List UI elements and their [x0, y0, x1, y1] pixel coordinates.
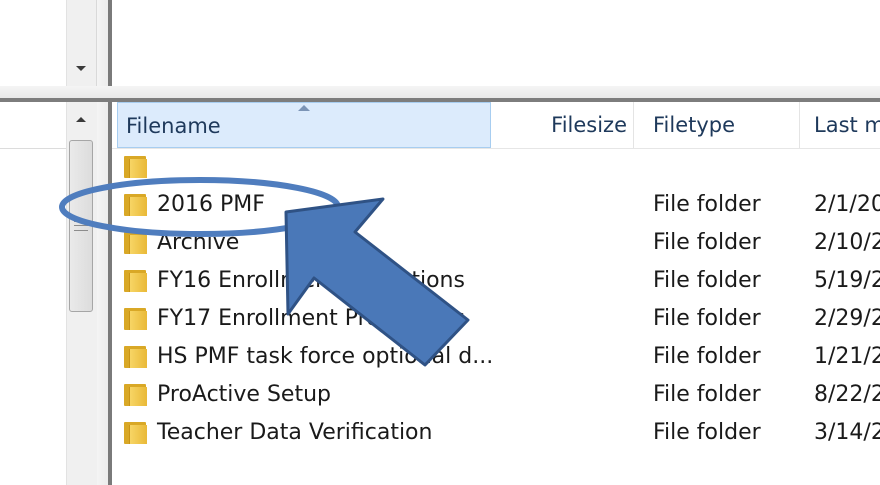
file-row[interactable]: Archive File folder 2/10/2 [112, 224, 880, 262]
file-date: 2/29/2 [814, 306, 880, 331]
column-header-label: Filetype [653, 113, 736, 137]
file-type: File folder [653, 192, 761, 217]
column-header-row: Filename Filesize Filetype Last m [112, 102, 880, 149]
file-row[interactable]: FY16 Enrollment Projections File folder … [112, 262, 880, 300]
folder-tree-pane [0, 102, 66, 485]
folder-icon [124, 194, 148, 216]
file-type: File folder [653, 382, 761, 407]
file-row[interactable]: HS PMF task force optional d... File fol… [112, 338, 880, 376]
column-header-label: Filename [126, 114, 221, 138]
file-name: Teacher Data Verification [157, 420, 433, 445]
file-name: FY17 Enrollment Projections [157, 306, 465, 331]
folder-icon [124, 156, 148, 178]
file-rows: 2016 PMF File folder 2/1/20 Archive File… [112, 148, 880, 452]
column-header-filesize[interactable]: Filesize [491, 102, 634, 148]
file-row[interactable]: FY17 Enrollment Projections File folder … [112, 300, 880, 338]
folder-icon [124, 308, 148, 330]
file-row-parent[interactable] [112, 148, 880, 186]
file-date: 1/21/2 [814, 344, 880, 369]
file-date: 5/19/2 [814, 268, 880, 293]
file-type: File folder [653, 268, 761, 293]
file-name: FY16 Enrollment Projections [157, 268, 465, 293]
column-header-filename[interactable]: Filename [117, 102, 491, 148]
folder-icon [124, 422, 148, 444]
file-type: File folder [653, 420, 761, 445]
file-row[interactable]: 2016 PMF File folder 2/1/20 [112, 186, 880, 224]
scroll-up-arrow-icon[interactable] [76, 117, 86, 122]
top-right-pane [112, 0, 880, 87]
grip-icon [74, 221, 88, 231]
tree-scrollbar[interactable] [66, 102, 97, 485]
sort-ascending-icon [298, 105, 310, 111]
scrollbar-thumb[interactable] [69, 140, 93, 312]
pane-splitter-horizontal[interactable] [0, 86, 880, 98]
folder-icon [124, 232, 148, 254]
column-header-label: Last m [814, 113, 880, 137]
file-date: 2/1/20 [814, 192, 880, 217]
column-header-label: Filesize [551, 113, 627, 137]
file-row[interactable]: ProActive Setup File folder 8/22/2 [112, 376, 880, 414]
tree-item[interactable] [0, 118, 66, 149]
file-date: 8/22/2 [814, 382, 880, 407]
file-type: File folder [653, 230, 761, 255]
file-row[interactable]: Teacher Data Verification File folder 3/… [112, 414, 880, 452]
column-header-last-modified[interactable]: Last m [800, 102, 880, 148]
file-date: 3/14/2 [814, 420, 880, 445]
column-header-filetype[interactable]: Filetype [634, 102, 800, 148]
file-type: File folder [653, 344, 761, 369]
folder-icon [124, 346, 148, 368]
file-list: Filename Filesize Filetype Last m 2016 P… [112, 102, 880, 485]
top-scrollbar[interactable] [66, 0, 97, 86]
file-date: 2/10/2 [814, 230, 880, 255]
folder-icon [124, 384, 148, 406]
file-type: File folder [653, 306, 761, 331]
dropdown-arrow-icon[interactable] [76, 66, 86, 71]
file-name: HS PMF task force optional d... [157, 344, 494, 369]
file-name: Archive [157, 230, 240, 255]
file-name: 2016 PMF [157, 192, 265, 217]
top-left-pane [0, 0, 66, 87]
folder-icon [124, 270, 148, 292]
file-name: ProActive Setup [157, 382, 331, 407]
